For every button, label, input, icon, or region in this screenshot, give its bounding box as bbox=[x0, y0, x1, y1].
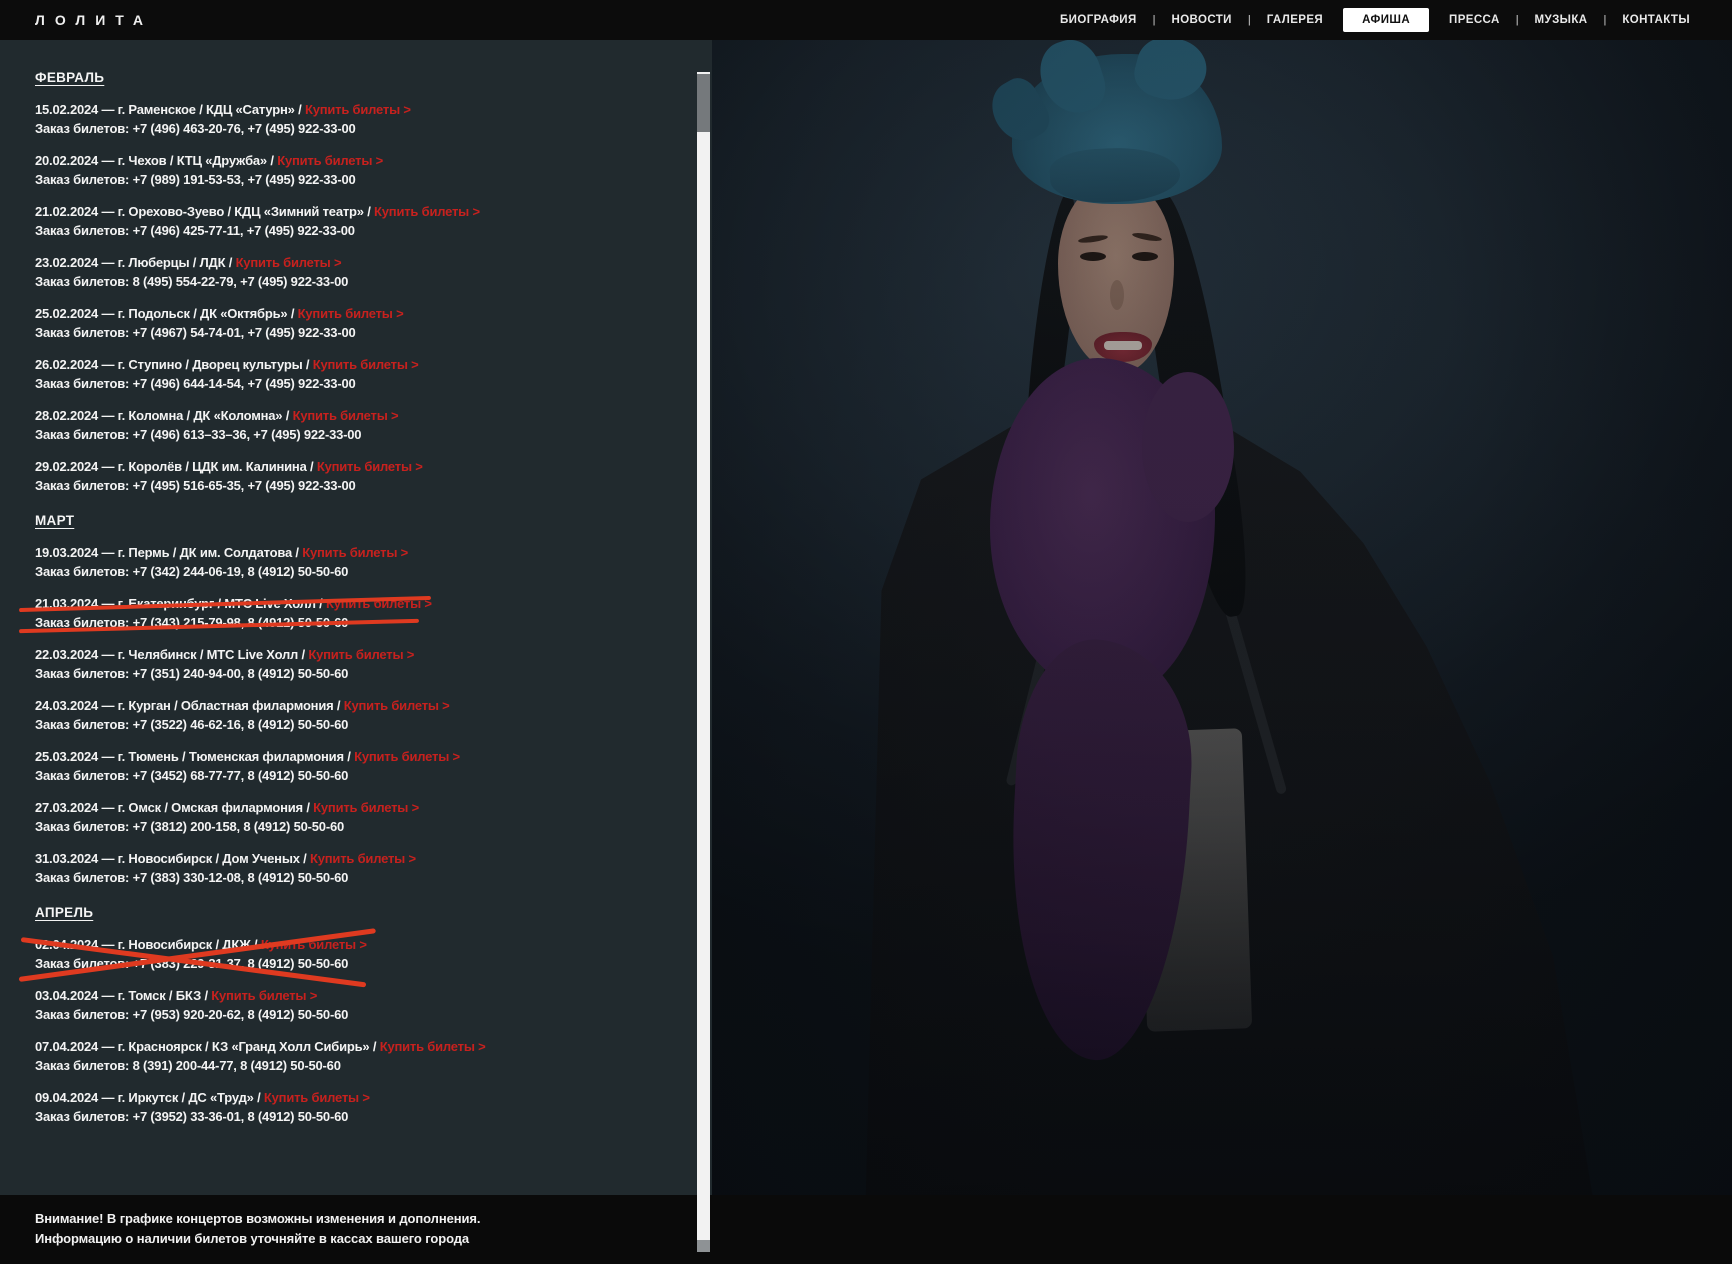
order-phones: Заказ билетов: +7 (953) 920-20-62, 8 (49… bbox=[35, 1006, 642, 1025]
buy-tickets-link[interactable]: Купить билеты > bbox=[305, 102, 411, 117]
nav-separator: | bbox=[1151, 14, 1158, 26]
concert-title: 03.04.2024 — г. Томск / БКЗ / bbox=[35, 988, 211, 1003]
concert-entry: 26.02.2024 — г. Ступино / Дворец культур… bbox=[35, 356, 642, 393]
concert-entry: 21.03.2024 — г. Екатеринбург / МТС Live … bbox=[35, 595, 642, 632]
concert-entry: 23.02.2024 — г. Люберцы / ЛДК / Купить б… bbox=[35, 254, 642, 291]
concert-title: 15.02.2024 — г. Раменское / КДЦ «Сатурн»… bbox=[35, 102, 305, 117]
buy-tickets-link[interactable]: Купить билеты > bbox=[374, 204, 480, 219]
concert-entry: 15.02.2024 — г. Раменское / КДЦ «Сатурн»… bbox=[35, 101, 642, 138]
concert-entry: 03.04.2024 — г. Томск / БКЗ / Купить бил… bbox=[35, 987, 642, 1024]
nav-separator: | bbox=[1601, 14, 1608, 26]
buy-tickets-link[interactable]: Купить билеты > bbox=[308, 647, 414, 662]
concert-entry: 19.03.2024 — г. Пермь / ДК им. Солдатова… bbox=[35, 544, 642, 581]
order-phones: Заказ билетов: +7 (989) 191-53-53, +7 (4… bbox=[35, 171, 642, 190]
schedule-list: ФЕВРАЛЬ 15.02.2024 — г. Раменское / КДЦ «… bbox=[0, 40, 712, 1195]
concert-title: 09.04.2024 — г. Иркутск / ДС «Труд» / bbox=[35, 1090, 264, 1105]
concert-entry: 25.03.2024 — г. Тюмень / Тюменская филар… bbox=[35, 748, 642, 785]
concert-entry: 07.04.2024 — г. Красноярск / КЗ «Гранд Х… bbox=[35, 1038, 642, 1075]
concert-entry: 09.04.2024 — г. Иркутск / ДС «Труд» / Ку… bbox=[35, 1089, 642, 1126]
artist-photo bbox=[712, 40, 1732, 1195]
concert-title: 24.03.2024 — г. Курган / Областная филар… bbox=[35, 698, 344, 713]
concert-entry: 21.02.2024 — г. Орехово-Зуево / КДЦ «Зим… bbox=[35, 203, 642, 240]
buy-tickets-link[interactable]: Купить билеты > bbox=[277, 153, 383, 168]
nav-item-gallery[interactable]: ГАЛЕРЕЯ bbox=[1253, 9, 1337, 31]
concert-title: 25.03.2024 — г. Тюмень / Тюменская филар… bbox=[35, 749, 354, 764]
buy-tickets-link[interactable]: Купить билеты > bbox=[293, 408, 399, 423]
buy-tickets-link[interactable]: Купить билеты > bbox=[313, 357, 419, 372]
nav-item-news[interactable]: НОВОСТИ bbox=[1158, 9, 1246, 31]
page: ЛОЛИТА БИОГРАФИЯ|НОВОСТИ|ГАЛЕРЕЯАФИШАПРЕ… bbox=[0, 0, 1732, 1264]
concert-entry: 22.03.2024 — г. Челябинск / МТС Live Хол… bbox=[35, 646, 642, 683]
nav-item-contacts[interactable]: КОНТАКТЫ bbox=[1608, 9, 1704, 31]
concert-title: 07.04.2024 — г. Красноярск / КЗ «Гранд Х… bbox=[35, 1039, 380, 1054]
order-phones: Заказ билетов: 8 (391) 200-44-77, 8 (491… bbox=[35, 1057, 642, 1076]
concert-title: 22.03.2024 — г. Челябинск / МТС Live Хол… bbox=[35, 647, 308, 662]
buy-tickets-link[interactable]: Купить билеты > bbox=[313, 800, 419, 815]
header: ЛОЛИТА БИОГРАФИЯ|НОВОСТИ|ГАЛЕРЕЯАФИШАПРЕ… bbox=[0, 0, 1732, 40]
site-logo: ЛОЛИТА bbox=[35, 12, 153, 28]
buy-tickets-link[interactable]: Купить билеты > bbox=[310, 851, 416, 866]
order-phones: Заказ билетов: +7 (496) 644-14-54, +7 (4… bbox=[35, 375, 642, 394]
concert-entry: 29.02.2024 — г. Королёв / ЦДК им. Калини… bbox=[35, 458, 642, 495]
scrollbar-thumb[interactable] bbox=[697, 74, 710, 132]
order-phones: Заказ билетов: +7 (495) 516-65-35, +7 (4… bbox=[35, 477, 642, 496]
concert-entry: 31.03.2024 — г. Новосибирск / Дом Ученых… bbox=[35, 850, 642, 887]
buy-tickets-link[interactable]: Купить билеты > bbox=[302, 545, 408, 560]
order-phones: Заказ билетов: +7 (4967) 54-74-01, +7 (4… bbox=[35, 324, 642, 343]
buy-tickets-link[interactable]: Купить билеты > bbox=[380, 1039, 486, 1054]
notice-line-2: Информацию о наличии билетов уточняйте в… bbox=[35, 1229, 1732, 1249]
order-phones: Заказ билетов: +7 (342) 244-06-19, 8 (49… bbox=[35, 563, 642, 582]
main-nav: БИОГРАФИЯ|НОВОСТИ|ГАЛЕРЕЯАФИШАПРЕССА|МУЗ… bbox=[1046, 8, 1704, 32]
buy-tickets-link[interactable]: Купить билеты > bbox=[317, 459, 423, 474]
order-phones: Заказ билетов: +7 (3812) 200-158, 8 (491… bbox=[35, 818, 642, 837]
concert-title: 23.02.2024 — г. Люберцы / ЛДК / bbox=[35, 255, 236, 270]
concert-entry: 24.03.2024 — г. Курган / Областная филар… bbox=[35, 697, 642, 734]
buy-tickets-link[interactable]: Купить билеты > bbox=[354, 749, 460, 764]
schedule-scrollbar[interactable] bbox=[697, 72, 710, 1252]
order-phones: Заказ билетов: +7 (496) 613–33–36, +7 (4… bbox=[35, 426, 642, 445]
order-phones: Заказ билетов: 8 (495) 554-22-79, +7 (49… bbox=[35, 273, 642, 292]
buy-tickets-link[interactable]: Купить билеты > bbox=[298, 306, 404, 321]
concert-entry: 02.04.2024 — г. Новосибирск / ДКЖ / Купи… bbox=[35, 936, 642, 973]
order-phones: Заказ билетов: +7 (383) 330-12-08, 8 (49… bbox=[35, 869, 642, 888]
order-phones: Заказ билетов: +7 (496) 463-20-76, +7 (4… bbox=[35, 120, 642, 139]
order-phones: Заказ билетов: +7 (496) 425-77-11, +7 (4… bbox=[35, 222, 642, 241]
concert-title: 20.02.2024 — г. Чехов / КТЦ «Дружба» / bbox=[35, 153, 277, 168]
nav-separator: | bbox=[1246, 14, 1253, 26]
concert-title: 26.02.2024 — г. Ступино / Дворец культур… bbox=[35, 357, 313, 372]
scrollbar-bottom-cap[interactable] bbox=[697, 1240, 710, 1252]
order-phones: Заказ билетов: +7 (351) 240-94-00, 8 (49… bbox=[35, 665, 642, 684]
concert-title: 31.03.2024 — г. Новосибирск / Дом Ученых… bbox=[35, 851, 310, 866]
concert-entry: 27.03.2024 — г. Омск / Омская филармония… bbox=[35, 799, 642, 836]
concert-title: 29.02.2024 — г. Королёв / ЦДК им. Калини… bbox=[35, 459, 317, 474]
month-heading: ФЕВРАЛЬ bbox=[35, 70, 642, 85]
nav-separator: | bbox=[1514, 14, 1521, 26]
order-phones: Заказ билетов: +7 (3522) 46-62-16, 8 (49… bbox=[35, 716, 642, 735]
nav-item-press[interactable]: ПРЕССА bbox=[1435, 9, 1514, 31]
concert-title: 25.02.2024 — г. Подольск / ДК «Октябрь» … bbox=[35, 306, 298, 321]
nav-item-music[interactable]: МУЗЫКА bbox=[1521, 9, 1602, 31]
month-heading: АПРЕЛЬ bbox=[35, 905, 642, 920]
concert-entry: 20.02.2024 — г. Чехов / КТЦ «Дружба» / К… bbox=[35, 152, 642, 189]
order-phones: Заказ билетов: +7 (3452) 68-77-77, 8 (49… bbox=[35, 767, 642, 786]
nav-item-biography[interactable]: БИОГРАФИЯ bbox=[1046, 9, 1151, 31]
concert-title: 19.03.2024 — г. Пермь / ДК им. Солдатова… bbox=[35, 545, 302, 560]
photo-dark-overlay bbox=[712, 40, 1732, 1195]
notice-line-1: Внимание! В графике концертов возможны и… bbox=[35, 1209, 1732, 1229]
nav-item-afisha[interactable]: АФИША bbox=[1343, 8, 1429, 32]
concert-entry: 28.02.2024 — г. Коломна / ДК «Коломна» /… bbox=[35, 407, 642, 444]
footer-notice: Внимание! В графике концертов возможны и… bbox=[0, 1195, 1732, 1264]
concert-title: 21.02.2024 — г. Орехово-Зуево / КДЦ «Зим… bbox=[35, 204, 374, 219]
month-heading: МАРТ bbox=[35, 513, 642, 528]
buy-tickets-link[interactable]: Купить билеты > bbox=[344, 698, 450, 713]
buy-tickets-link[interactable]: Купить билеты > bbox=[211, 988, 317, 1003]
buy-tickets-link[interactable]: Купить билеты > bbox=[236, 255, 342, 270]
order-phones: Заказ билетов: +7 (3952) 33-36-01, 8 (49… bbox=[35, 1108, 642, 1127]
concert-title: 27.03.2024 — г. Омск / Омская филармония… bbox=[35, 800, 313, 815]
buy-tickets-link[interactable]: Купить билеты > bbox=[264, 1090, 370, 1105]
concert-title: 28.02.2024 — г. Коломна / ДК «Коломна» / bbox=[35, 408, 293, 423]
concert-entry: 25.02.2024 — г. Подольск / ДК «Октябрь» … bbox=[35, 305, 642, 342]
